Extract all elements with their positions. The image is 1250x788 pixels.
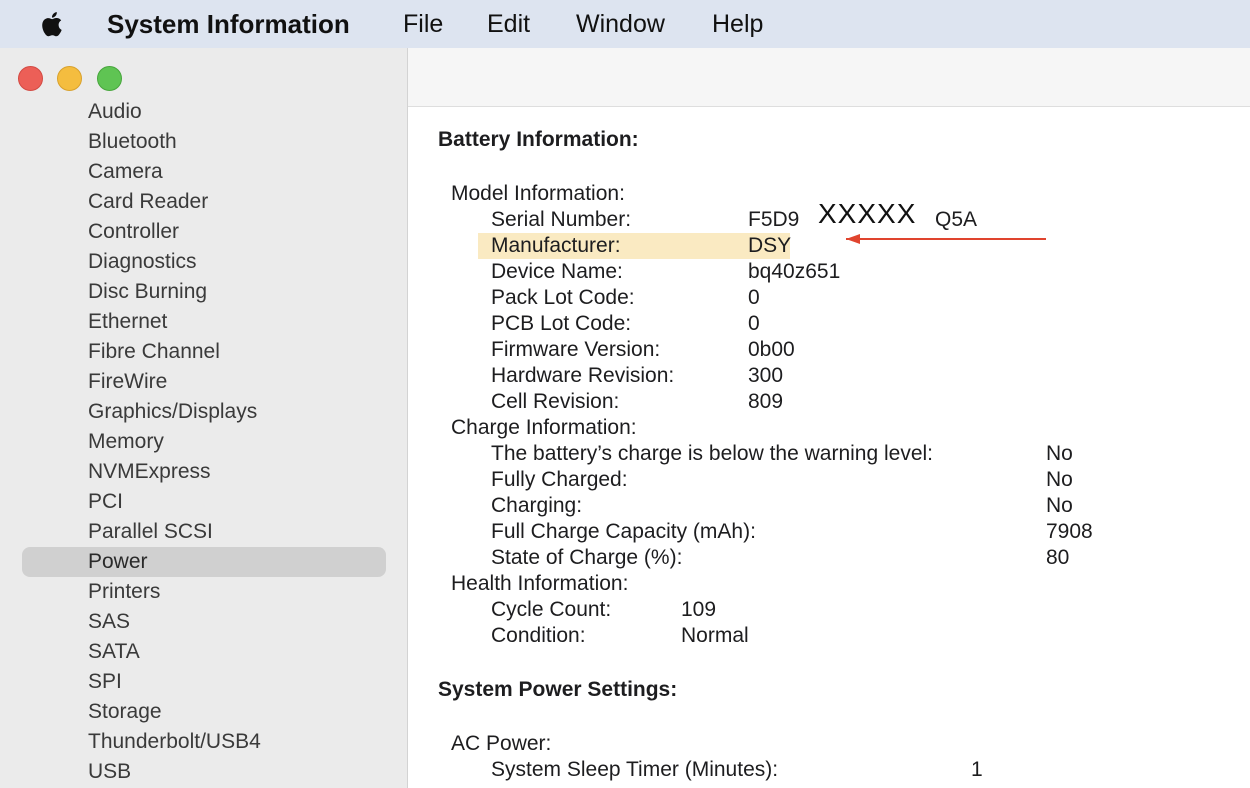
serial-number-label: Serial Number:	[491, 208, 632, 231]
sidebar: Audio Bluetooth Camera Card Reader Contr…	[0, 48, 408, 788]
menu-window[interactable]: Window	[576, 0, 665, 48]
fully-charged-label: Fully Charged:	[491, 468, 628, 491]
window-toolbar	[408, 48, 1250, 107]
sidebar-item-spi[interactable]: SPI	[22, 667, 386, 697]
fully-charged-value: No	[1046, 468, 1073, 491]
sidebar-item-parallel-scsi[interactable]: Parallel SCSI	[22, 517, 386, 547]
sidebar-item-usb[interactable]: USB	[22, 757, 386, 787]
sidebar-item-memory[interactable]: Memory	[22, 427, 386, 457]
annotation-arrow-icon	[846, 234, 1046, 244]
health-information-header: Health Information:	[451, 572, 629, 595]
menu-file[interactable]: File	[403, 0, 443, 48]
system-sleep-timer-label: System Sleep Timer (Minutes):	[491, 758, 779, 781]
firmware-version-value: 0b00	[748, 338, 795, 361]
sidebar-item-ethernet[interactable]: Ethernet	[22, 307, 386, 337]
apple-logo-icon[interactable]	[38, 9, 68, 39]
manufacturer-value: DSY	[748, 234, 792, 257]
app-name-menu[interactable]: System Information	[107, 0, 350, 48]
charge-information-header: Charge Information:	[451, 416, 637, 439]
minimize-window-button[interactable]	[57, 66, 82, 91]
pack-lot-code-value: 0	[748, 286, 760, 309]
hardware-revision-value: 300	[748, 364, 784, 387]
sidebar-item-nvmexpress[interactable]: NVMExpress	[22, 457, 386, 487]
sidebar-item-controller[interactable]: Controller	[22, 217, 386, 247]
sidebar-item-disc-burning[interactable]: Disc Burning	[22, 277, 386, 307]
sidebar-item-fibre-channel[interactable]: Fibre Channel	[22, 337, 386, 367]
cell-revision-label: Cell Revision:	[491, 390, 620, 413]
full-charge-capacity-value: 7908	[1046, 520, 1093, 543]
condition-label: Condition:	[491, 624, 586, 647]
condition-value: Normal	[681, 624, 749, 647]
menu-edit[interactable]: Edit	[487, 0, 530, 48]
close-window-button[interactable]	[18, 66, 43, 91]
menu-bar: System Information File Edit Window Help	[0, 0, 1250, 49]
full-charge-capacity-label: Full Charge Capacity (mAh):	[491, 520, 756, 543]
detail-pane: Battery Information: Model Information: …	[408, 107, 1250, 788]
battery-information-title: Battery Information:	[438, 128, 639, 151]
sidebar-item-card-reader[interactable]: Card Reader	[22, 187, 386, 217]
ac-power-header: AC Power:	[451, 732, 552, 755]
sidebar-item-storage[interactable]: Storage	[22, 697, 386, 727]
cycle-count-value: 109	[681, 598, 717, 621]
sidebar-item-bluetooth[interactable]: Bluetooth	[22, 127, 386, 157]
below-warning-label: The battery’s charge is below the warnin…	[491, 442, 934, 465]
cell-revision-value: 809	[748, 390, 784, 413]
sidebar-item-sas[interactable]: SAS	[22, 607, 386, 637]
model-information-header: Model Information:	[451, 182, 625, 205]
below-warning-value: No	[1046, 442, 1073, 465]
sidebar-item-diagnostics[interactable]: Diagnostics	[22, 247, 386, 277]
charging-label: Charging:	[491, 494, 583, 517]
serial-redaction-marks: XXXXX	[818, 198, 917, 229]
device-name-value: bq40z651	[748, 260, 841, 283]
sidebar-item-thunderbolt-usb4[interactable]: Thunderbolt/USB4	[22, 727, 386, 757]
sidebar-item-power[interactable]: Power	[22, 547, 386, 577]
sidebar-item-camera[interactable]: Camera	[22, 157, 386, 187]
hardware-revision-label: Hardware Revision:	[491, 364, 675, 387]
cycle-count-label: Cycle Count:	[491, 598, 612, 621]
state-of-charge-label: State of Charge (%):	[491, 546, 683, 569]
system-power-settings-title: System Power Settings:	[438, 678, 678, 701]
menu-help[interactable]: Help	[712, 0, 763, 48]
firmware-version-label: Firmware Version:	[491, 338, 661, 361]
sidebar-item-printers[interactable]: Printers	[22, 577, 386, 607]
pack-lot-code-label: Pack Lot Code:	[491, 286, 635, 309]
system-sleep-timer-value: 1	[971, 758, 983, 781]
sidebar-item-audio[interactable]: Audio	[22, 97, 386, 127]
serial-number-value: F5D9	[748, 208, 800, 231]
sidebar-item-firewire[interactable]: FireWire	[22, 367, 386, 397]
sidebar-item-graphics-displays[interactable]: Graphics/Displays	[22, 397, 386, 427]
manufacturer-label: Manufacturer:	[491, 234, 621, 257]
device-name-label: Device Name:	[491, 260, 623, 283]
system-information-window: Audio Bluetooth Camera Card Reader Contr…	[0, 48, 1250, 788]
state-of-charge-value: 80	[1046, 546, 1070, 569]
sidebar-item-pci[interactable]: PCI	[22, 487, 386, 517]
pcb-lot-code-value: 0	[748, 312, 760, 335]
pcb-lot-code-label: PCB Lot Code:	[491, 312, 632, 335]
sidebar-item-sata[interactable]: SATA	[22, 637, 386, 667]
charging-value: No	[1046, 494, 1073, 517]
zoom-window-button[interactable]	[97, 66, 122, 91]
